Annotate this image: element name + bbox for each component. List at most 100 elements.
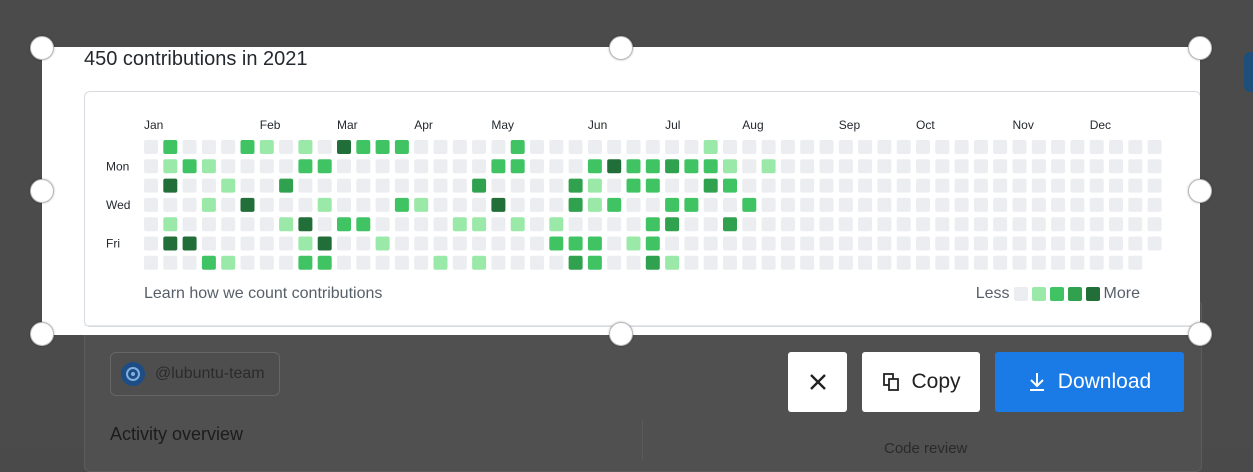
contribution-day[interactable] (1109, 178, 1123, 193)
contribution-day[interactable] (144, 197, 158, 212)
contribution-day[interactable] (433, 159, 448, 174)
contribution-day[interactable] (144, 159, 158, 174)
contribution-day[interactable] (742, 236, 757, 251)
contribution-day[interactable] (819, 140, 834, 154)
contribution-day[interactable] (896, 236, 911, 251)
contribution-day[interactable] (1031, 217, 1046, 232)
contribution-day[interactable] (568, 197, 583, 212)
contribution-day[interactable] (587, 178, 602, 193)
contribution-day[interactable] (317, 236, 332, 251)
contribution-day[interactable] (1070, 140, 1085, 154)
contribution-day[interactable] (163, 255, 178, 270)
contribution-day[interactable] (858, 197, 873, 212)
contribution-day[interactable] (587, 217, 602, 232)
contribution-day[interactable] (916, 159, 930, 174)
contribution-day[interactable] (684, 255, 699, 270)
contribution-day[interactable] (375, 178, 390, 193)
contribution-day[interactable] (645, 217, 660, 232)
contribution-day[interactable] (1109, 140, 1123, 154)
contribution-day[interactable] (780, 197, 795, 212)
org-chip[interactable]: @lubuntu-team (110, 352, 280, 396)
contribution-day[interactable] (1089, 159, 1104, 174)
contribution-day[interactable] (1147, 159, 1162, 174)
contribution-day[interactable] (1109, 197, 1123, 212)
contribution-day[interactable] (1109, 255, 1123, 270)
contribution-day[interactable] (780, 255, 795, 270)
contribution-day[interactable] (375, 159, 390, 174)
contribution-day[interactable] (761, 178, 776, 193)
contribution-day[interactable] (896, 217, 911, 232)
contribution-day[interactable] (549, 197, 564, 212)
contribution-day[interactable] (530, 217, 544, 232)
contribution-day[interactable] (626, 217, 641, 232)
contribution-day[interactable] (472, 178, 487, 193)
resize-handle-top[interactable] (609, 36, 633, 60)
contribution-day[interactable] (858, 217, 873, 232)
contribution-day[interactable] (452, 159, 467, 174)
contribution-day[interactable] (858, 159, 873, 174)
contribution-day[interactable] (742, 197, 757, 212)
contribution-day[interactable] (1128, 197, 1143, 212)
contribution-day[interactable] (626, 178, 641, 193)
contribution-day[interactable] (259, 217, 274, 232)
contribution-day[interactable] (1031, 178, 1046, 193)
contribution-day[interactable] (337, 197, 351, 212)
contribution-day[interactable] (414, 236, 429, 251)
contribution-day[interactable] (973, 178, 988, 193)
contribution-day[interactable] (394, 178, 409, 193)
contribution-day[interactable] (973, 217, 988, 232)
contribution-day[interactable] (356, 140, 371, 154)
contribution-day[interactable] (954, 159, 969, 174)
contribution-day[interactable] (916, 197, 930, 212)
contribution-day[interactable] (414, 140, 429, 154)
contribution-day[interactable] (433, 217, 448, 232)
contribution-day[interactable] (684, 236, 699, 251)
contribution-day[interactable] (298, 159, 313, 174)
contribution-day[interactable] (703, 140, 718, 154)
contribution-day[interactable] (684, 178, 699, 193)
contribution-day[interactable] (163, 140, 178, 154)
contribution-day[interactable] (201, 178, 216, 193)
contribution-day[interactable] (337, 255, 351, 270)
contribution-day[interactable] (182, 178, 197, 193)
resize-handle-bottom-left[interactable] (30, 322, 54, 346)
contribution-day[interactable] (1051, 217, 1066, 232)
contribution-day[interactable] (394, 217, 409, 232)
contribution-day[interactable] (626, 236, 641, 251)
contribution-day[interactable] (1147, 140, 1162, 154)
contribution-day[interactable] (780, 178, 795, 193)
contribution-day[interactable] (1031, 236, 1046, 251)
contribution-day[interactable] (375, 255, 390, 270)
contribution-day[interactable] (1012, 197, 1027, 212)
contribution-day[interactable] (452, 236, 467, 251)
contribution-day[interactable] (1147, 178, 1162, 193)
contribution-day[interactable] (530, 255, 544, 270)
contribution-day[interactable] (201, 159, 216, 174)
contribution-day[interactable] (201, 217, 216, 232)
contribution-day[interactable] (761, 159, 776, 174)
contribution-day[interactable] (819, 255, 834, 270)
contribution-day[interactable] (645, 236, 660, 251)
contribution-day[interactable] (317, 140, 332, 154)
contribution-day[interactable] (1051, 236, 1066, 251)
contribution-day[interactable] (954, 255, 969, 270)
contribution-day[interactable] (1089, 217, 1104, 232)
contribution-day[interactable] (356, 255, 371, 270)
contribution-day[interactable] (317, 255, 332, 270)
contribution-day[interactable] (549, 217, 564, 232)
contribution-day[interactable] (858, 236, 873, 251)
resize-handle-right[interactable] (1188, 179, 1212, 203)
contribution-day[interactable] (896, 255, 911, 270)
contribution-day[interactable] (1128, 140, 1143, 154)
contribution-day[interactable] (723, 236, 737, 251)
contribution-day[interactable] (337, 217, 351, 232)
contribution-day[interactable] (645, 140, 660, 154)
contribution-day[interactable] (279, 197, 294, 212)
contribution-day[interactable] (723, 178, 737, 193)
contribution-day[interactable] (491, 217, 506, 232)
contribution-day[interactable] (742, 217, 757, 232)
contribution-day[interactable] (761, 140, 776, 154)
contribution-day[interactable] (1147, 197, 1162, 212)
contribution-day[interactable] (607, 255, 622, 270)
contribution-day[interactable] (1109, 236, 1123, 251)
